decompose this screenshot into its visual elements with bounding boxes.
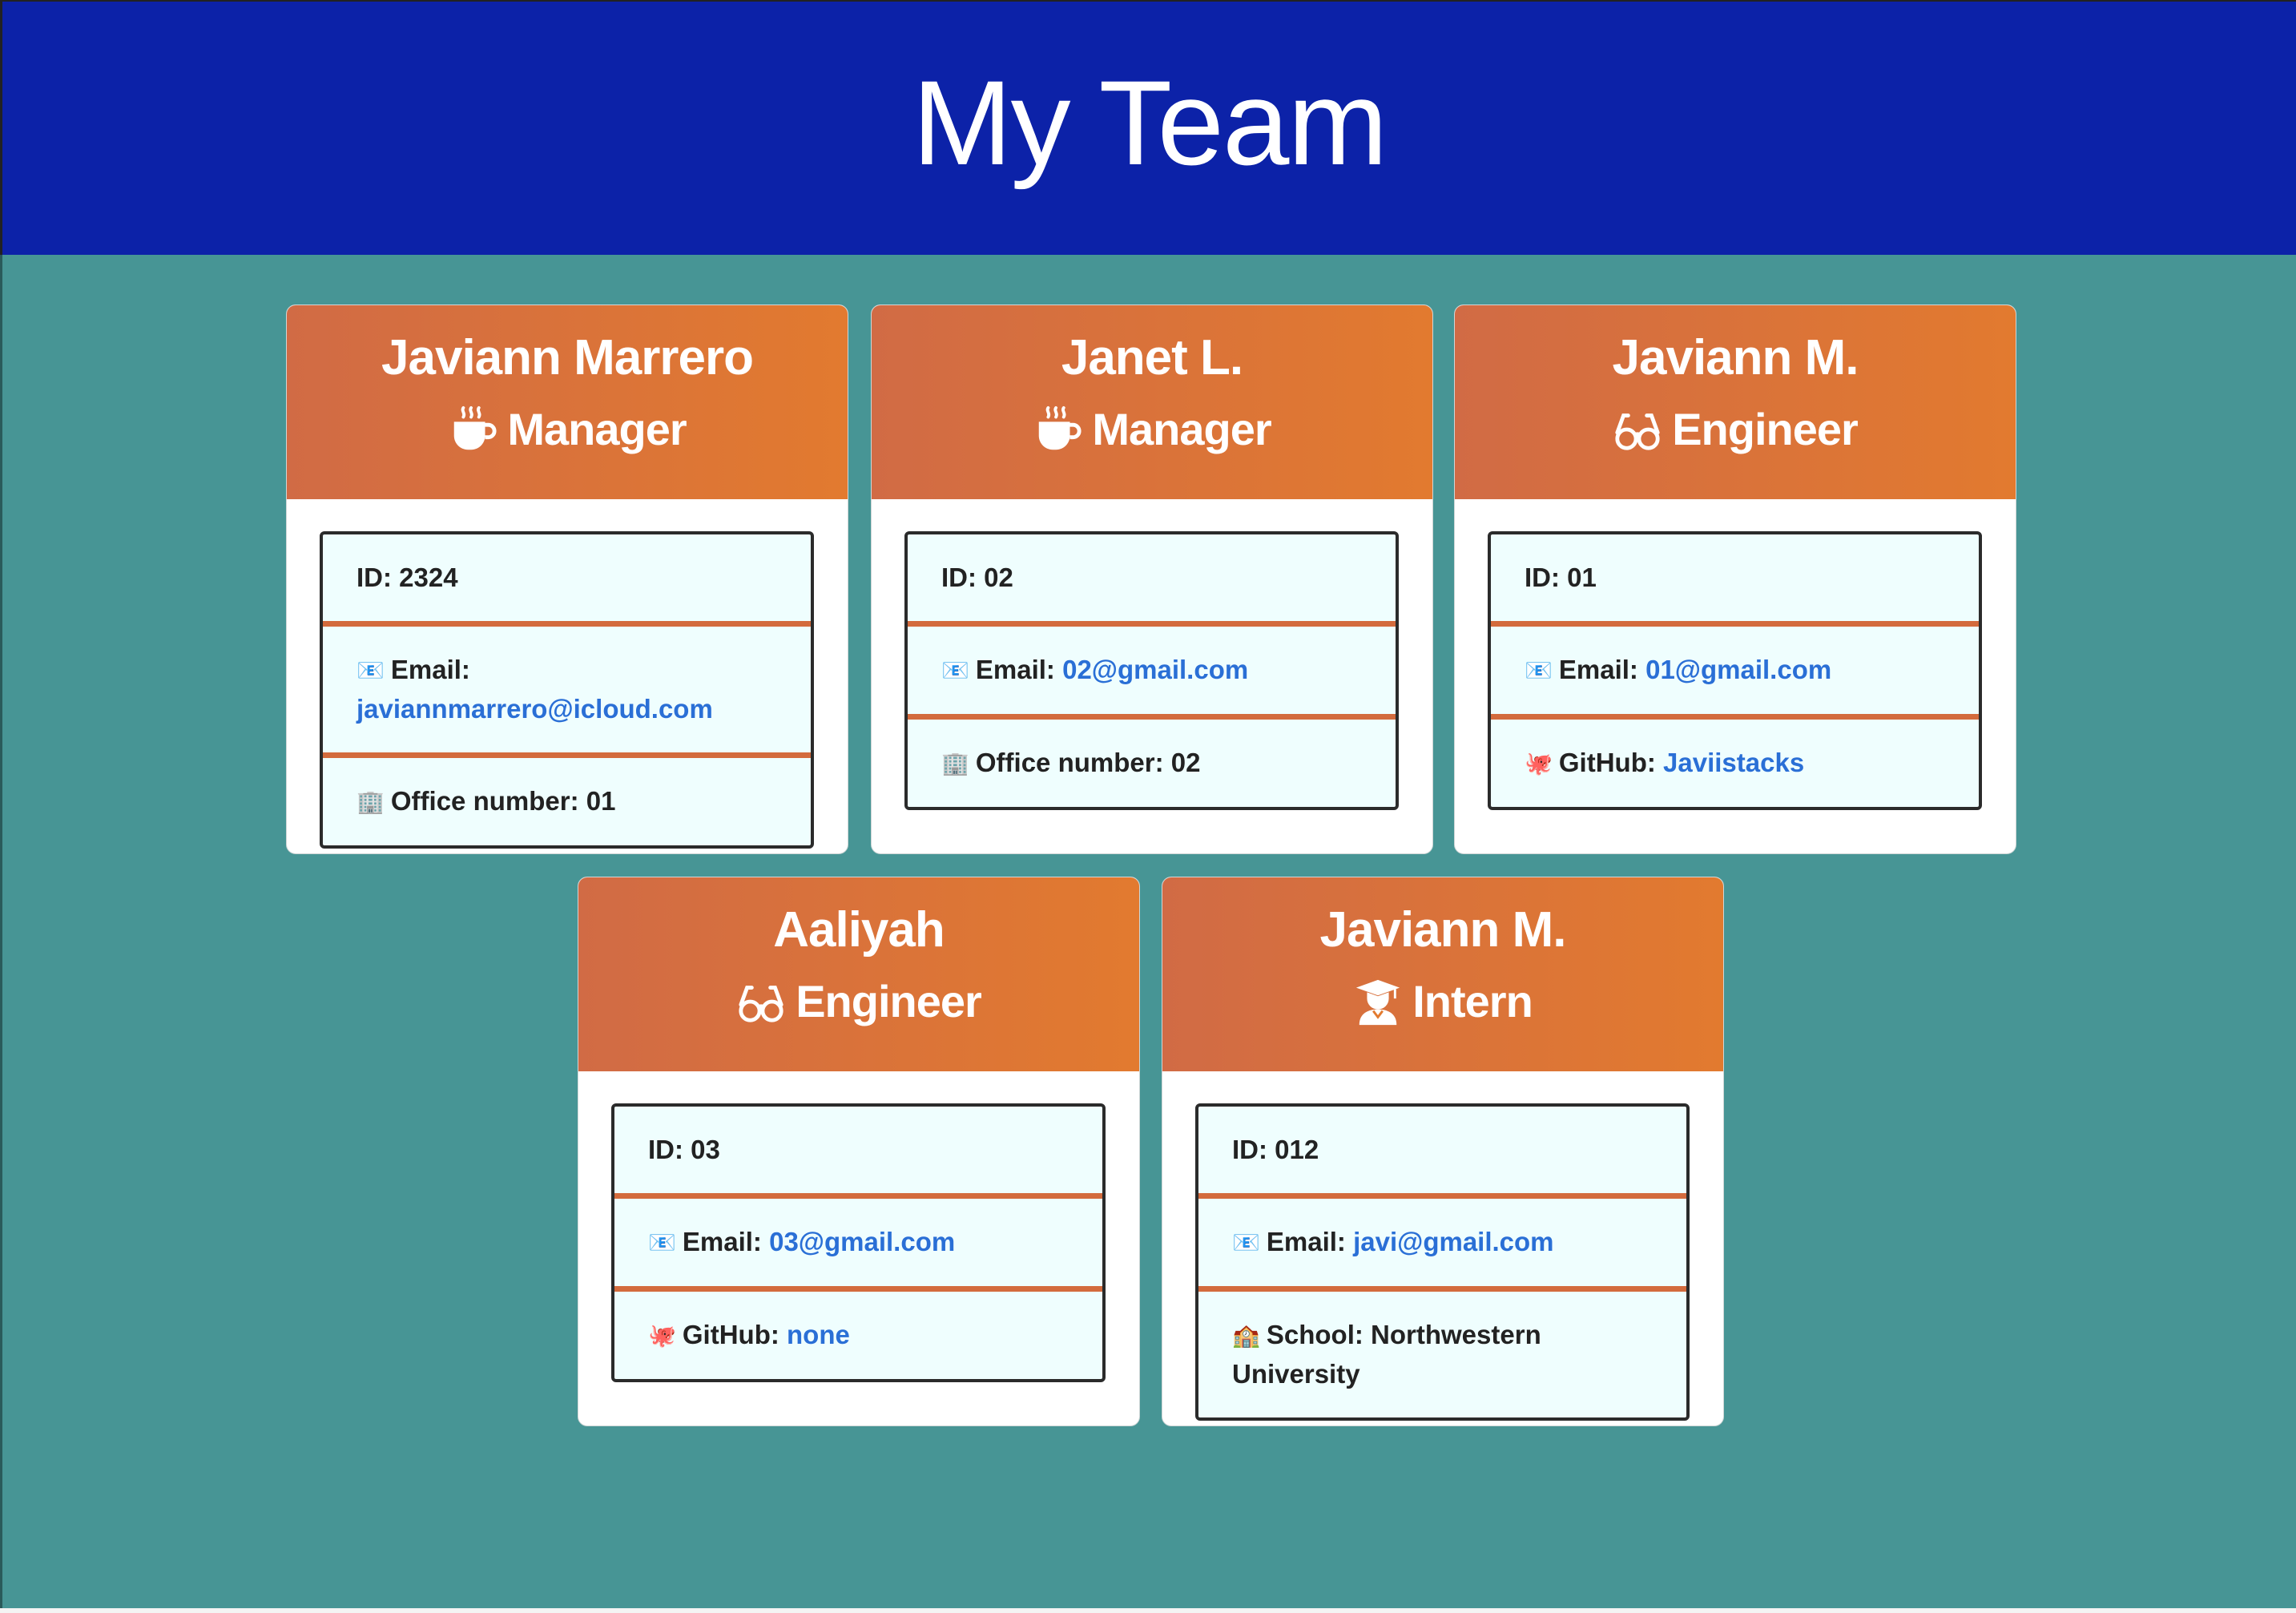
email-label: Email: (390, 655, 470, 684)
coffee-icon (448, 405, 497, 454)
email-label: Email: (975, 655, 1055, 684)
card-header: Aaliyah Engineer (578, 877, 1139, 1071)
employee-name: Javiann Marrero (381, 330, 754, 385)
email-link[interactable]: 02@gmail.com (1062, 655, 1248, 684)
email-icon: 📧 (648, 1230, 676, 1255)
role-label: Engineer (1672, 404, 1859, 454)
email-row: 📧 Email: javi@gmail.com (1198, 1193, 1686, 1286)
email-icon: 📧 (941, 658, 969, 683)
employee-name: Aaliyah (773, 902, 945, 958)
github-row: 🐙 GitHub: Javiistacks (1491, 714, 1979, 807)
email-link[interactable]: javiannmarrero@icloud.com (356, 694, 713, 724)
card-header: Javiann M. Intern (1162, 877, 1723, 1071)
employee-name: Janet L. (1061, 330, 1243, 385)
email-link[interactable]: 01@gmail.com (1645, 655, 1831, 684)
page-title: My Team (912, 54, 1388, 190)
id-row: ID: 012 (1232, 1135, 1319, 1164)
email-link[interactable]: 03@gmail.com (769, 1227, 955, 1256)
role-label: Engineer (796, 976, 982, 1026)
office-label: Office number: 02 (975, 748, 1201, 777)
github-octocat-icon: 🐙 (1525, 751, 1553, 776)
email-link[interactable]: javi@gmail.com (1353, 1227, 1553, 1256)
bottom-edge (0, 1608, 2296, 1613)
github-link[interactable]: Javiistacks (1663, 748, 1804, 777)
email-row: 📧 Email: 03@gmail.com (614, 1193, 1102, 1286)
employee-role: Manager (872, 401, 1432, 458)
employee-role: Manager (287, 401, 848, 458)
email-row: 📧 Email: 01@gmail.com (1491, 621, 1979, 714)
employee-role: Engineer (1455, 401, 2016, 458)
email-label: Email: (682, 1227, 762, 1256)
office-label: Office number: 01 (390, 786, 616, 816)
info-list: ID: 012 📧 Email: javi@gmail.com 🏫 School: … (1195, 1103, 1690, 1421)
email-row: 📧 Email: javiannmarrero@icloud.com (323, 621, 811, 752)
email-row: 📧 Email: 02@gmail.com (908, 621, 1396, 714)
role-label: Manager (507, 404, 687, 454)
team-card: Javiann M. Intern ID: 012 📧 Email: javi@g… (1162, 877, 1724, 1426)
employee-name: Javiann M. (1612, 330, 1859, 385)
id-row: ID: 2324 (356, 563, 458, 592)
office-row: 🏢 Office number: 01 (323, 752, 811, 845)
office-building-icon: 🏢 (941, 751, 969, 776)
office-row: 🏢 Office number: 02 (908, 714, 1396, 807)
school-row: 🏫 School: Northwestern University (1198, 1286, 1686, 1417)
github-label: GitHub: (1558, 748, 1656, 777)
team-card: Janet L. Manager ID: 02 📧 Email: 02@gmail… (871, 304, 1433, 854)
info-list: ID: 03 📧 Email: 03@gmail.com 🐙 GitHub: non… (611, 1103, 1106, 1382)
employee-role: Intern (1162, 974, 1723, 1030)
email-label: Email: (1266, 1227, 1346, 1256)
github-row: 🐙 GitHub: none (614, 1286, 1102, 1379)
glasses-icon (736, 977, 786, 1026)
role-label: Manager (1092, 404, 1271, 454)
id-row: ID: 03 (648, 1135, 720, 1164)
github-octocat-icon: 🐙 (648, 1323, 676, 1348)
id-row: ID: 02 (941, 563, 1013, 592)
coffee-icon (1033, 405, 1082, 454)
team-card: Javiann Marrero Manager ID: 2324 📧 Email:… (286, 304, 848, 854)
employee-name: Javiann M. (1319, 902, 1567, 958)
left-edge (0, 255, 2, 1613)
card-header: Javiann M. Engineer (1455, 305, 2016, 499)
github-label: GitHub: (682, 1320, 779, 1349)
id-row: ID: 01 (1525, 563, 1597, 592)
role-label: Intern (1412, 976, 1533, 1026)
email-icon: 📧 (356, 658, 385, 683)
page-header: My Team (0, 0, 2296, 255)
graduate-icon (1353, 977, 1403, 1026)
employee-role: Engineer (578, 974, 1139, 1030)
glasses-icon (1613, 405, 1662, 454)
office-building-icon: 🏢 (356, 789, 385, 814)
email-icon: 📧 (1232, 1230, 1260, 1255)
team-card: Aaliyah Engineer ID: 03 📧 Email: 03@gmail… (578, 877, 1140, 1426)
team-card: Javiann M. Engineer ID: 01 📧 Email: 01@gm… (1454, 304, 2016, 854)
email-icon: 📧 (1525, 658, 1553, 683)
email-label: Email: (1558, 655, 1638, 684)
card-header: Javiann Marrero Manager (287, 305, 848, 499)
info-list: ID: 02 📧 Email: 02@gmail.com 🏢 Office numb… (904, 531, 1399, 810)
school-icon: 🏫 (1232, 1323, 1260, 1348)
card-header: Janet L. Manager (872, 305, 1432, 499)
school-label: School: Northwestern University (1232, 1320, 1541, 1389)
info-list: ID: 01 📧 Email: 01@gmail.com 🐙 GitHub: Jav… (1488, 531, 1982, 810)
info-list: ID: 2324 📧 Email: javiannmarrero@icloud.c… (320, 531, 814, 849)
github-link[interactable]: none (787, 1320, 850, 1349)
